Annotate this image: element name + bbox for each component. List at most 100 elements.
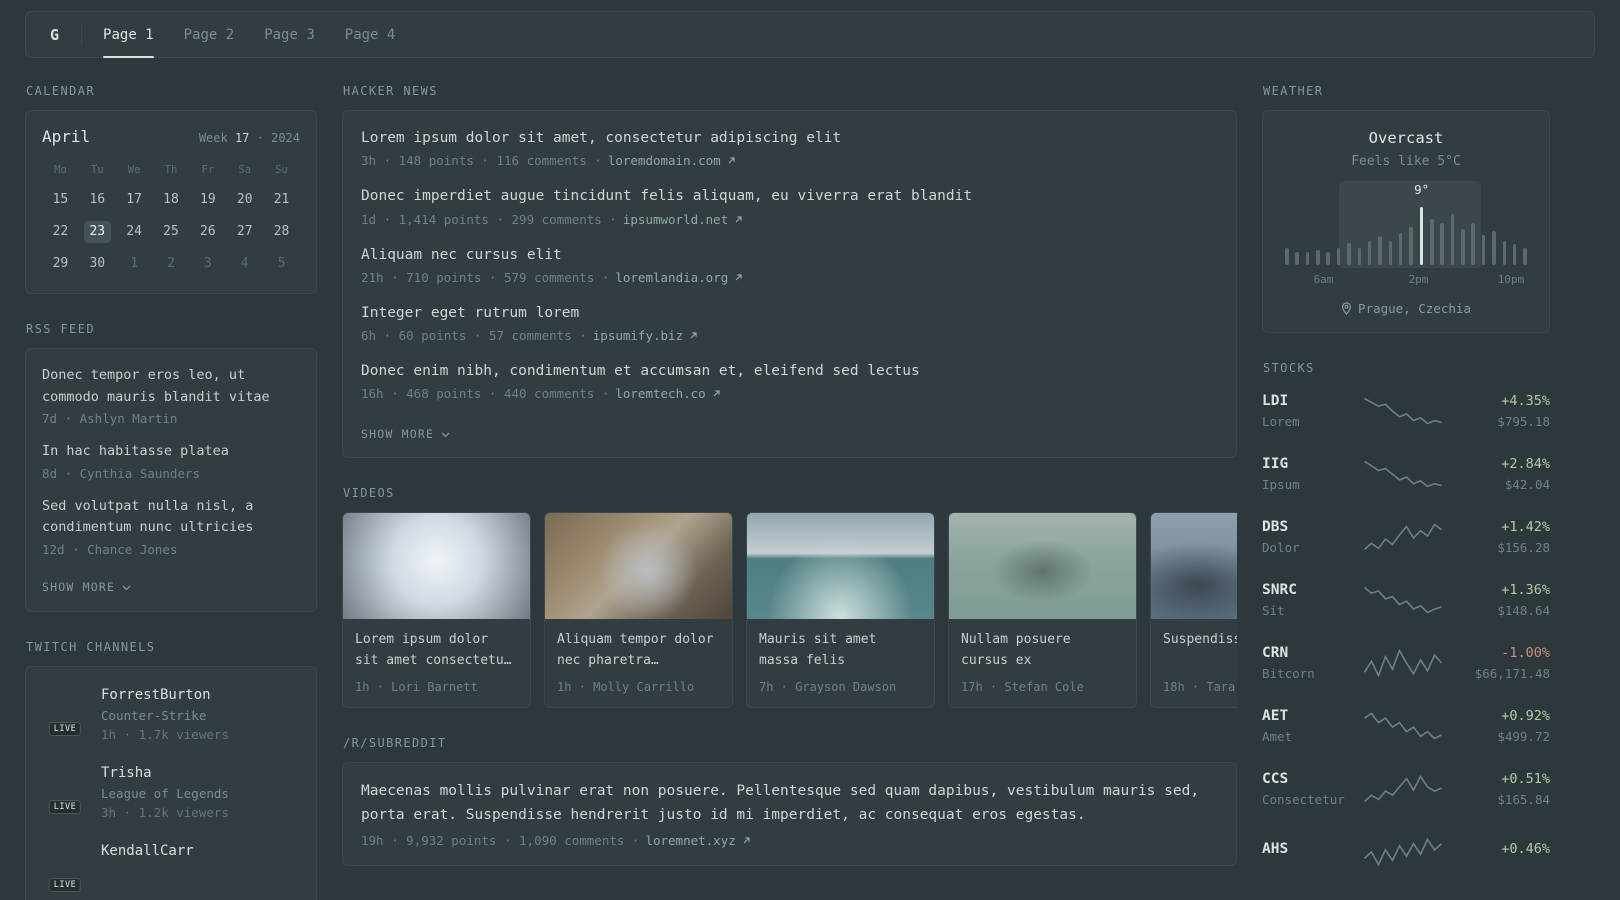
tab-page-1[interactable]: Page 1 — [88, 12, 169, 58]
external-link-icon — [689, 331, 698, 340]
logo[interactable]: G — [34, 12, 81, 57]
calendar-weekday: We — [127, 164, 141, 176]
dashboard: CALENDAR April Week 17 · 2024 Mo Tu We Th Fr… — [0, 58, 1620, 900]
calendar-day: 18 — [163, 192, 179, 207]
subreddit-post-domain[interactable]: loremnet.xyz — [645, 833, 735, 848]
video-card[interactable]: Lorem ipsum dolor sit amet consectetu… 1… — [342, 512, 531, 709]
weather-widget: WEATHER Overcast Feels like 5°C 9° 6am 2p… — [1262, 84, 1550, 333]
weather-bars — [1285, 205, 1527, 265]
stock-price: $499.72 — [1497, 728, 1550, 744]
weather-time-label: 6am — [1313, 273, 1334, 286]
weather-bar — [1388, 241, 1393, 265]
twitch-channel[interactable]: LIVE KendallCarr — [42, 841, 300, 893]
live-badge: LIVE — [48, 800, 82, 815]
video-thumbnail — [545, 513, 732, 620]
stock-row[interactable]: AHS +0.46% — [1262, 828, 1550, 875]
hn-item: Lorem ipsum dolor sit amet, consectetur … — [361, 128, 1218, 168]
calendar-day: 26 — [200, 224, 216, 239]
subreddit-post-title[interactable]: Maecenas mollis pulvinar erat non posuer… — [361, 780, 1218, 828]
current-temp-label: 9° — [1414, 182, 1430, 197]
stock-row[interactable]: CCS Consectetur +0.51% $165.84 — [1262, 765, 1550, 812]
calendar-day: 1 — [130, 256, 139, 271]
hn-item-meta: 6h · 60 points · 57 comments · ipsumify.b… — [361, 328, 1218, 343]
calendar-weekday: Sa — [238, 164, 252, 176]
weather-bar — [1409, 227, 1413, 265]
calendar-weekday: Su — [275, 164, 288, 176]
hn-item-domain[interactable]: loremlandia.org — [615, 270, 728, 285]
hn-show-more-button[interactable]: SHOW MORE — [361, 427, 450, 441]
calendar-week-info: Week 17 · 2024 — [198, 131, 300, 145]
weather-bar — [1430, 219, 1434, 265]
video-meta: 1h · Molly Carrillo — [557, 680, 695, 695]
calendar-month: April — [42, 127, 91, 146]
stock-row[interactable]: IIG Ipsum +2.84% $42.04 — [1262, 450, 1550, 497]
hn-item-title[interactable]: Lorem ipsum dolor sit amet, consectetur … — [361, 128, 1218, 148]
hn-item-domain[interactable]: loremtech.co — [615, 386, 705, 401]
rss-show-more-button[interactable]: SHOW MORE — [42, 580, 131, 594]
external-link-icon — [742, 836, 751, 845]
live-badge: LIVE — [48, 878, 82, 893]
rss-widget: RSS FEED Donec tempor eros leo, ut commo… — [25, 322, 317, 612]
tab-page-3[interactable]: Page 3 — [249, 12, 330, 57]
stock-row[interactable]: AET Amet +0.92% $499.72 — [1262, 702, 1550, 749]
video-card[interactable]: Suspendisse diam 18h · Tara — [1150, 512, 1237, 709]
hn-item-domain[interactable]: ipsumworld.net — [623, 212, 728, 227]
channel-name[interactable]: KendallCarr — [101, 842, 194, 860]
hn-item-title[interactable]: Aliquam nec cursus elit — [361, 245, 1218, 265]
twitch-channel[interactable]: LIVE ForrestBurton Counter-Strike 1h · 1… — [42, 685, 300, 742]
hn-item: Donec enim nibh, condimentum et accumsan… — [361, 361, 1218, 401]
nav-divider — [81, 23, 83, 46]
hn-item-domain[interactable]: loremdomain.com — [608, 153, 721, 168]
video-thumbnail — [747, 513, 934, 620]
calendar-day: 17 — [126, 192, 142, 207]
twitch-card: LIVE ForrestBurton Counter-Strike 1h · 1… — [25, 665, 317, 900]
channel-name[interactable]: Trisha — [101, 764, 229, 782]
calendar-day-grid: 15 16 17 18 19 20 21 22 23 24 25 26 27 28 29 30 1 2 3 4 5 — [42, 189, 300, 275]
stock-sparkline — [1362, 648, 1444, 678]
weather-card: Overcast Feels like 5°C 9° 6am 2pm 10pm Pr… — [1262, 110, 1550, 333]
tab-page-4[interactable]: Page 4 — [330, 12, 411, 57]
twitch-section-title: TWITCH CHANNELS — [26, 639, 156, 654]
rss-item-title[interactable]: Donec tempor eros leo, ut commodo mauris… — [42, 365, 300, 408]
channel-name[interactable]: ForrestBurton — [101, 686, 229, 704]
calendar-day: 5 — [277, 256, 286, 271]
rss-item-title[interactable]: Sed volutpat nulla nisl, a condimentum n… — [42, 496, 300, 539]
weather-feels-like: Feels like 5°C — [1351, 154, 1461, 169]
video-card[interactable]: Nullam posuere cursus ex 17h · Stefan Co… — [948, 512, 1137, 709]
calendar-widget: CALENDAR April Week 17 · 2024 Mo Tu We Th Fr… — [25, 84, 317, 294]
video-card[interactable]: Mauris sit amet massa felis 7h · Grayson… — [746, 512, 935, 709]
hn-item-title[interactable]: Donec imperdiet augue tincidunt felis al… — [361, 186, 1218, 206]
hn-item-domain[interactable]: ipsumify.biz — [593, 328, 683, 343]
stock-ticker: SNRC — [1262, 581, 1297, 598]
video-meta: 18h · Tara — [1163, 680, 1236, 695]
rss-section-title: RSS FEED — [26, 322, 95, 336]
rss-item-title[interactable]: In hac habitasse platea — [42, 441, 300, 463]
video-title: Mauris sit amet massa felis — [759, 632, 877, 669]
weather-location-text: Prague, Czechia — [1358, 301, 1471, 316]
calendar-weekday: Fr — [201, 164, 215, 176]
calendar-weekday: Tu — [90, 164, 104, 176]
stock-row[interactable]: SNRC Sit +1.36% $148.64 — [1262, 576, 1550, 623]
stock-name: Dolor — [1262, 539, 1300, 555]
subreddit-post-meta: 19h · 9,932 points · 1,090 comments · lor… — [361, 833, 1218, 848]
hn-item-title[interactable]: Donec enim nibh, condimentum et accumsan… — [361, 361, 1218, 381]
live-badge: LIVE — [48, 721, 82, 736]
hn-item-title[interactable]: Integer eget rutrum lorem — [361, 303, 1218, 323]
stock-row[interactable]: DBS Dolor +1.42% $156.28 — [1262, 513, 1550, 560]
twitch-channel[interactable]: LIVE Trisha League of Legends 3h · 1.2k … — [42, 763, 300, 820]
top-nav: G Page 1 Page 2 Page 3 Page 4 — [25, 11, 1595, 58]
stock-price: $66,171.48 — [1474, 665, 1550, 681]
rss-item-meta: 7d · Ashlyn Martin — [42, 411, 178, 427]
weather-bar — [1285, 248, 1289, 265]
stock-row[interactable]: CRN Bitcorn -1.00% $66,171.48 — [1262, 639, 1550, 686]
calendar-day: 29 — [52, 256, 69, 271]
tab-page-2[interactable]: Page 2 — [169, 12, 250, 57]
stock-price: $795.18 — [1497, 413, 1550, 429]
rss-item-meta: 12d · Chance Jones — [42, 541, 178, 557]
avatar: LIVE — [42, 685, 88, 736]
video-card[interactable]: Aliquam tempor dolor nec pharetra… 1h · … — [544, 512, 733, 709]
weather-bar — [1378, 236, 1382, 265]
subreddit-widget: /R/SUBREDDIT Maecenas mollis pulvinar er… — [342, 736, 1237, 867]
weather-bar — [1336, 248, 1341, 265]
stock-row[interactable]: LDI Lorem +4.35% $795.18 — [1262, 387, 1550, 434]
